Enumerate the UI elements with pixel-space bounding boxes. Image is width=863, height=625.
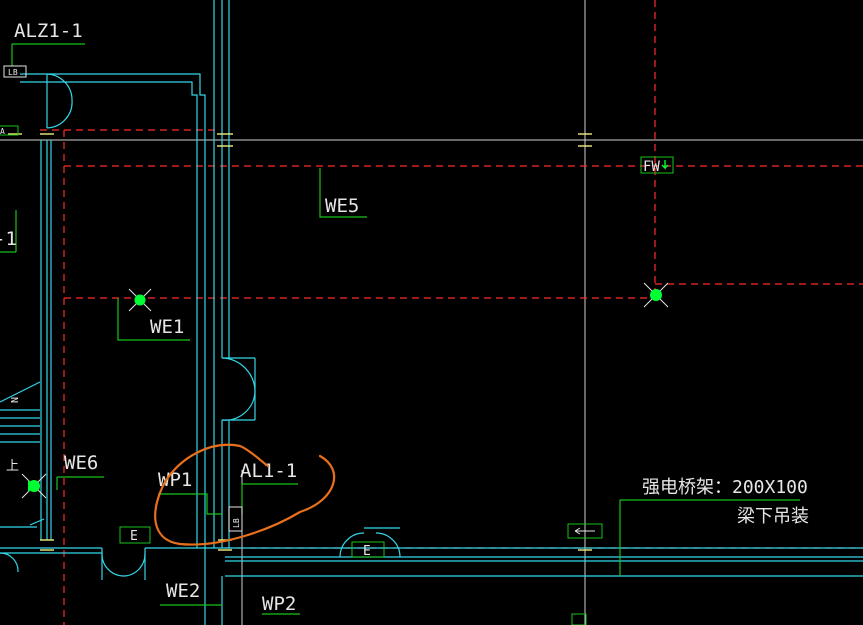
red-dashed-lines [40, 0, 863, 625]
label-tray-mount[interactable]: 梁下吊装 [737, 506, 809, 527]
e-tag-left[interactable]: E [119, 526, 151, 544]
panel-a-small-label: A [0, 127, 5, 136]
label-stair-up: 上 [6, 459, 19, 474]
axis-markers [8, 133, 592, 551]
panel-lb-top-label: LB [8, 68, 18, 77]
label-we2[interactable]: WE2 [166, 580, 200, 602]
label-alz1-1[interactable]: ALZ1-1 [14, 20, 83, 42]
panel-lb-vertical[interactable]: LB [228, 506, 243, 532]
stair-arrow-mark: N [10, 397, 21, 403]
label-wp2[interactable]: WP2 [262, 593, 296, 615]
label-we5[interactable]: WE5 [325, 195, 359, 217]
label-tray-spec[interactable]: 强电桥架：200X100 [642, 477, 808, 498]
tray-box-bottom [571, 613, 587, 625]
panel-a-small[interactable]: A [0, 125, 19, 136]
cad-drawing-canvas[interactable]: LB A FW E E LB N ALZ1-1 -1 WE5 WE1 WE6 W… [0, 0, 863, 625]
fw-tag-label: FW [643, 159, 660, 175]
e-tag-mid-label: E [363, 544, 371, 559]
svg-text:N: N [10, 397, 21, 403]
label-left-cut[interactable]: -1 [0, 228, 17, 250]
label-we1[interactable]: WE1 [150, 316, 184, 338]
fixture-we1[interactable] [128, 288, 152, 312]
e-tag-left-label: E [130, 529, 138, 544]
panel-lb-top[interactable]: LB [3, 65, 27, 78]
fixture-right[interactable] [643, 282, 669, 308]
label-al1-1[interactable]: AL1-1 [240, 460, 297, 482]
label-we6[interactable]: WE6 [64, 452, 98, 474]
panel-lb-vertical-label: LB [232, 518, 241, 528]
